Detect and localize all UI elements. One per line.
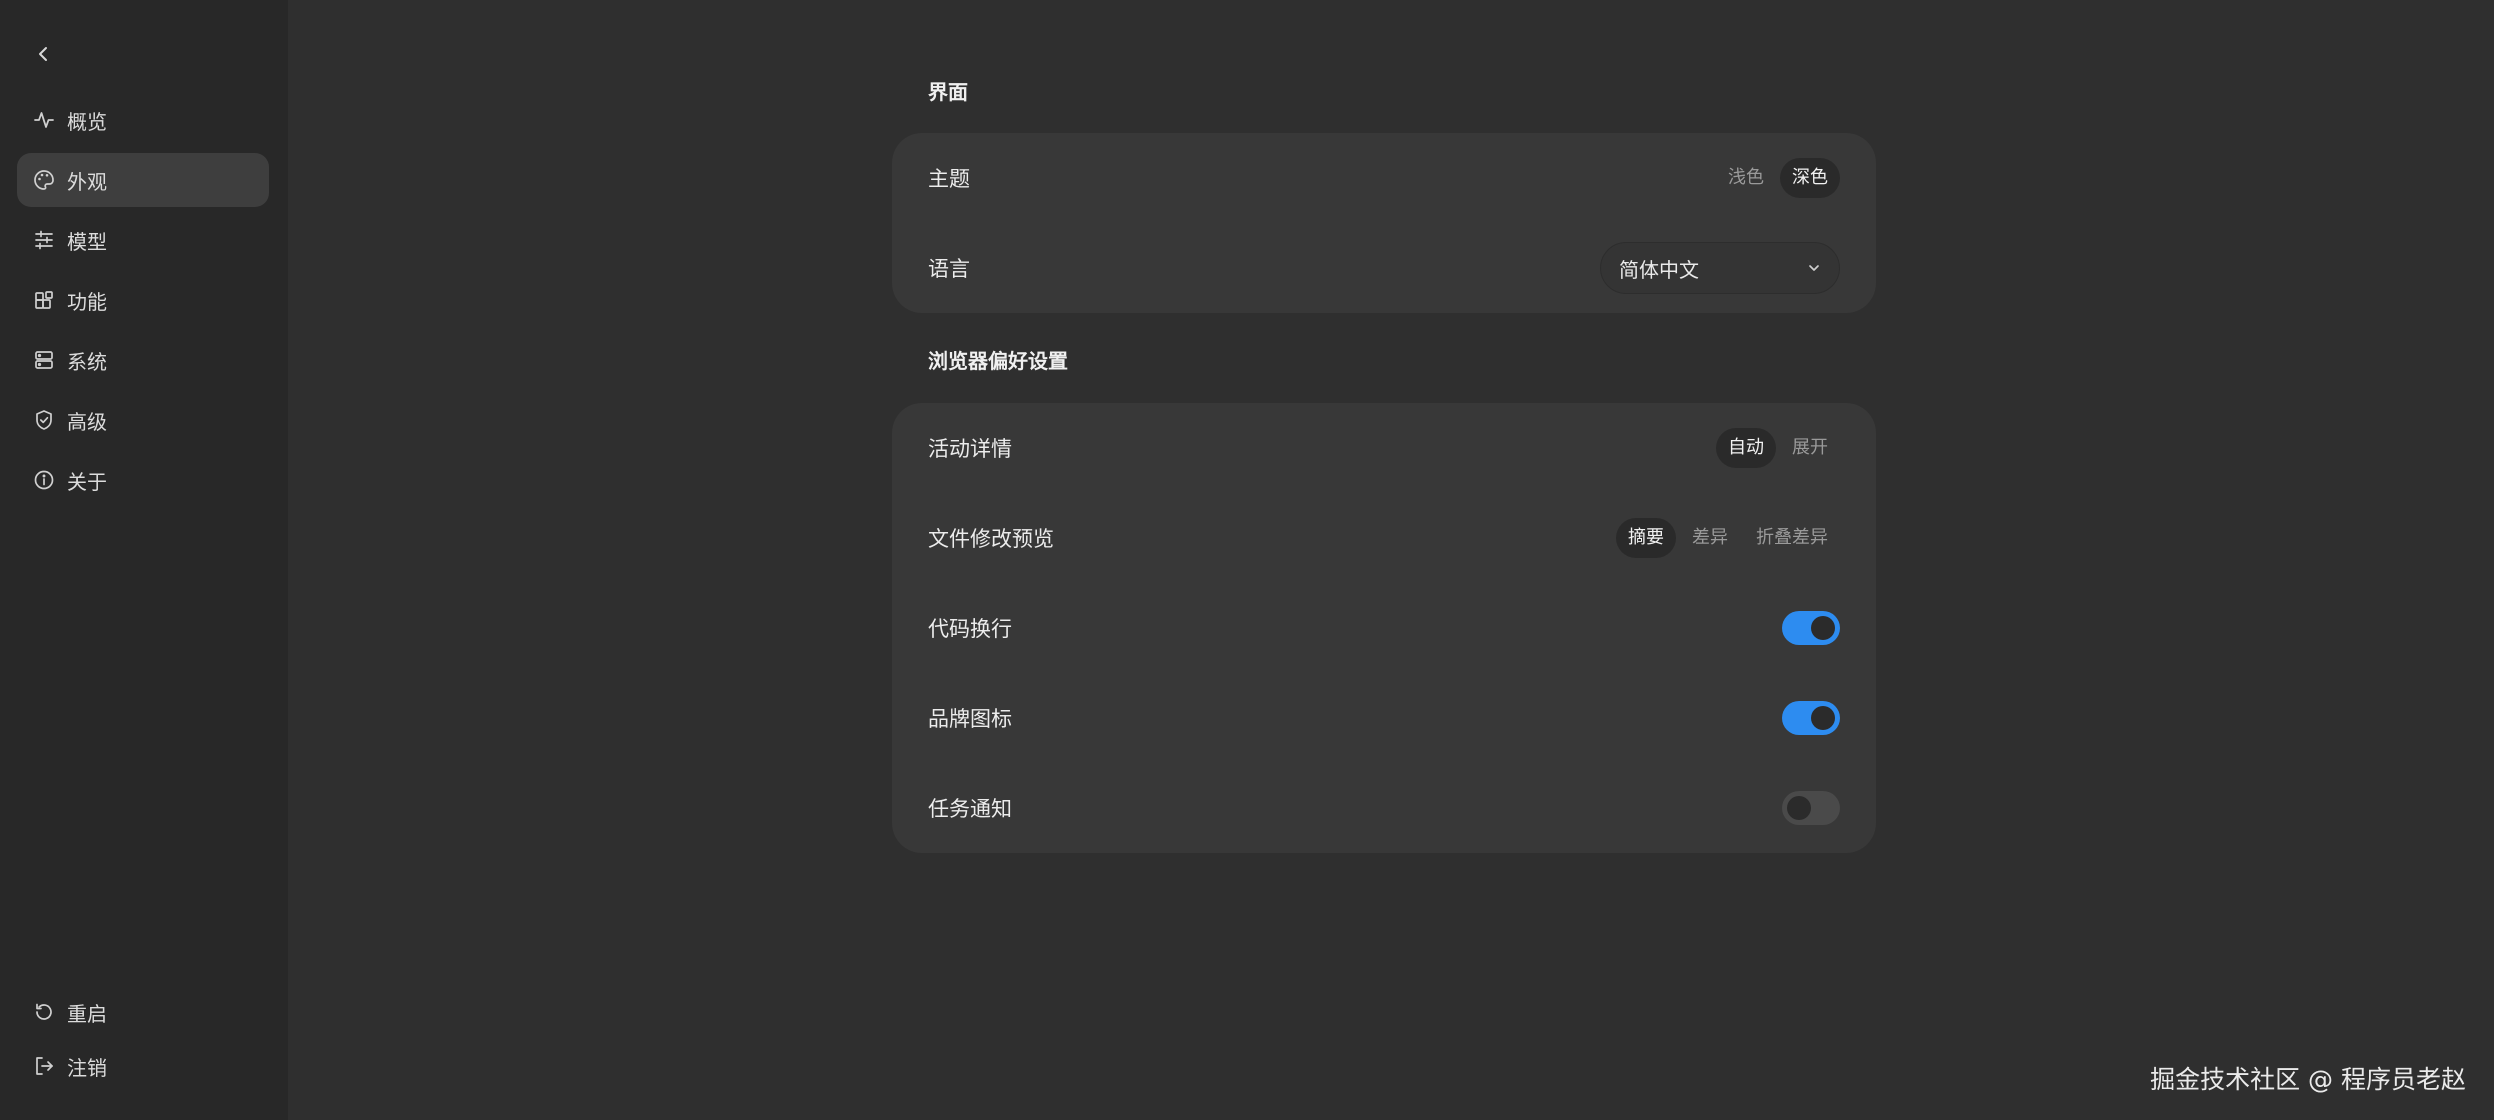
sidebar-item-label: 外观 xyxy=(67,169,107,194)
info-icon xyxy=(32,468,56,492)
sidebar: 概览 外观 模型 功能 系统 高级 关于 重启 注销 xyxy=(0,0,288,1120)
activity-details-segmented-control: 自动 展开 xyxy=(1716,428,1840,468)
sidebar-item-model[interactable]: 模型 xyxy=(17,213,269,267)
shield-icon xyxy=(32,408,56,432)
section-title-browser: 浏览器偏好设置 xyxy=(928,349,1068,373)
restart-label: 重启 xyxy=(67,1001,107,1026)
watermark: 掘金技术社区 @ 程序员老赵 xyxy=(2150,1065,2466,1094)
language-label: 语言 xyxy=(928,257,970,281)
restart-icon xyxy=(32,1000,56,1024)
interface-card: 主题 浅色 深色 语言 简体中文 xyxy=(892,133,1876,313)
sidebar-item-about[interactable]: 关于 xyxy=(17,453,269,507)
back-button[interactable] xyxy=(28,38,60,70)
sidebar-item-label: 系统 xyxy=(67,349,107,374)
theme-option-light[interactable]: 浅色 xyxy=(1716,158,1776,198)
sliders-icon xyxy=(32,228,56,252)
logout-label: 注销 xyxy=(67,1055,107,1080)
file-preview-segmented-control: 摘要 差异 折叠差异 xyxy=(1616,518,1840,558)
code-wrap-label: 代码换行 xyxy=(928,617,1012,641)
file-preview-option-collapsed-diff[interactable]: 折叠差异 xyxy=(1744,518,1840,558)
settings-content: 界面 主题 浅色 深色 语言 简体中文 浏览器偏好设置 活动详情 自动 展开 文… xyxy=(288,0,2494,1120)
language-row: 语言 简体中文 xyxy=(892,223,1876,313)
theme-label: 主题 xyxy=(928,167,970,191)
sidebar-item-label: 模型 xyxy=(67,229,107,254)
sidebar-item-appearance[interactable]: 外观 xyxy=(17,153,269,207)
sidebar-item-overview[interactable]: 概览 xyxy=(17,93,269,147)
settings-window: 概览 外观 模型 功能 系统 高级 关于 重启 注销 界面 主题 浅色 深色 语… xyxy=(0,0,2494,1120)
theme-row: 主题 浅色 深色 xyxy=(892,133,1876,223)
server-icon xyxy=(32,348,56,372)
file-preview-label: 文件修改预览 xyxy=(928,527,1054,551)
sidebar-item-label: 关于 xyxy=(67,469,107,494)
language-select[interactable]: 简体中文 xyxy=(1600,242,1840,294)
brand-icon-label: 品牌图标 xyxy=(928,707,1012,731)
chevron-down-icon xyxy=(1809,265,1819,271)
activity-option-auto[interactable]: 自动 xyxy=(1716,428,1776,468)
activity-details-label: 活动详情 xyxy=(928,437,1012,461)
theme-segmented-control: 浅色 深色 xyxy=(1716,158,1840,198)
theme-option-dark[interactable]: 深色 xyxy=(1780,158,1840,198)
language-value: 简体中文 xyxy=(1619,257,1699,282)
sidebar-item-label: 高级 xyxy=(67,409,107,434)
activity-details-row: 活动详情 自动 展开 xyxy=(892,403,1876,493)
sidebar-item-advanced[interactable]: 高级 xyxy=(17,393,269,447)
sidebar-item-system[interactable]: 系统 xyxy=(17,333,269,387)
file-preview-option-summary[interactable]: 摘要 xyxy=(1616,518,1676,558)
section-title-interface: 界面 xyxy=(928,80,968,104)
logout-button[interactable]: 注销 xyxy=(17,1042,269,1090)
sidebar-item-label: 功能 xyxy=(67,289,107,314)
brand-icon-row: 品牌图标 xyxy=(892,673,1876,763)
palette-icon xyxy=(32,168,56,192)
browser-preferences-card: 活动详情 自动 展开 文件修改预览 摘要 差异 折叠差异 代码换行 品牌图标 任… xyxy=(892,403,1876,853)
task-notification-label: 任务通知 xyxy=(928,797,1012,821)
sidebar-item-features[interactable]: 功能 xyxy=(17,273,269,327)
toggle-knob xyxy=(1811,706,1835,730)
blocks-icon xyxy=(32,288,56,312)
code-wrap-toggle[interactable] xyxy=(1782,611,1840,645)
restart-button[interactable]: 重启 xyxy=(17,988,269,1036)
sidebar-item-label: 概览 xyxy=(67,109,107,134)
activity-icon xyxy=(32,108,56,132)
code-wrap-row: 代码换行 xyxy=(892,583,1876,673)
logout-icon xyxy=(32,1054,56,1078)
file-preview-option-diff[interactable]: 差异 xyxy=(1680,518,1740,558)
task-notification-toggle[interactable] xyxy=(1782,791,1840,825)
toggle-knob xyxy=(1811,616,1835,640)
file-preview-row: 文件修改预览 摘要 差异 折叠差异 xyxy=(892,493,1876,583)
sidebar-nav: 概览 外观 模型 功能 系统 高级 关于 xyxy=(17,93,269,513)
toggle-knob xyxy=(1787,796,1811,820)
chevron-left-icon xyxy=(39,47,47,61)
activity-option-expand[interactable]: 展开 xyxy=(1780,428,1840,468)
task-notification-row: 任务通知 xyxy=(892,763,1876,853)
brand-icon-toggle[interactable] xyxy=(1782,701,1840,735)
sidebar-bottom: 重启 注销 xyxy=(17,988,269,1096)
